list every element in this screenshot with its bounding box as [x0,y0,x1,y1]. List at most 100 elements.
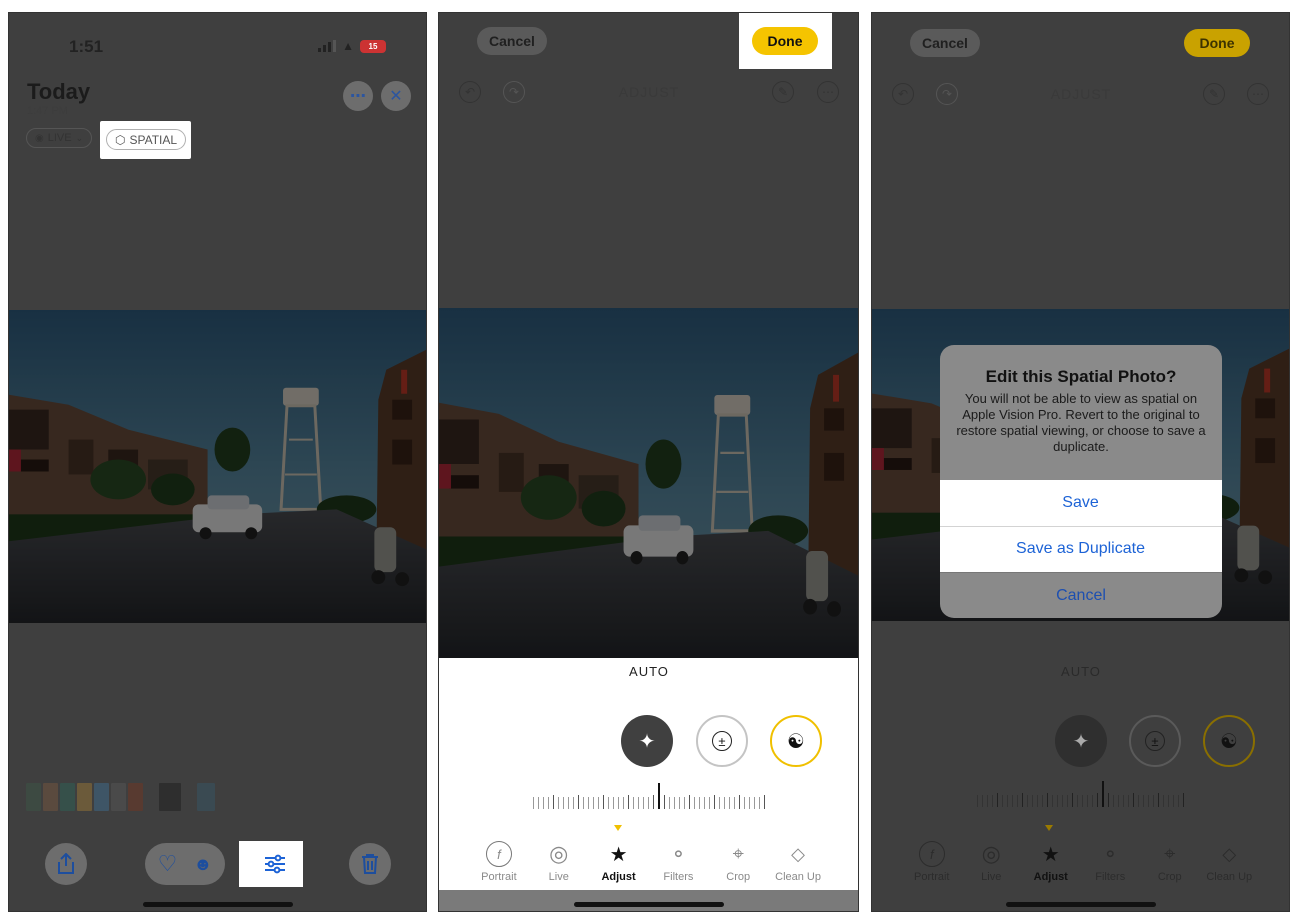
sliders-icon [265,854,285,874]
tab-clean-up[interactable]: ◇ Clean Up [768,841,828,889]
brilliance-dial[interactable]: ☯ [1203,715,1255,767]
thumbnail[interactable] [26,783,41,811]
close-icon: ✕ [389,88,403,105]
undo-icon: ↶ [897,87,909,101]
auto-enhance-dial[interactable]: ✦ [621,715,673,767]
thumbnail[interactable] [60,783,75,811]
editor-title: ADJUST [618,84,680,100]
tab-crop[interactable]: ⌖ Crop [1140,841,1200,889]
visual-lookup-icon: ☻ [193,853,213,874]
tab-label: Crop [1157,871,1182,883]
more-button[interactable]: ⋯ [343,81,373,111]
magic-wand-icon: ✦ [638,730,656,753]
redo-icon: ↷ [941,87,953,101]
tab-adjust[interactable]: ★ Adjust [1021,841,1081,889]
tab-label: Clean Up [1206,871,1253,883]
aperture-f-icon: f [485,841,512,867]
redo-icon: ↷ [508,85,520,99]
tab-live[interactable]: ◎ Live [529,841,589,889]
more-button[interactable]: ⋯ [1247,83,1269,105]
spatial-badge[interactable]: ⬡ SPATIAL [106,129,187,150]
tab-label: Filters [663,871,694,883]
tab-label: Portrait [481,871,517,883]
tab-crop[interactable]: ⌖ Crop [708,841,768,889]
crop-icon: ⌖ [732,842,744,865]
exposure-dial[interactable]: ± [1129,715,1181,767]
adjust-mode-label: AUTO [629,664,669,679]
thumbnail[interactable] [43,783,58,811]
home-indicator [573,902,724,907]
editor-tabbar: f Portrait ◎ Live ★ Adjust ⚬ Filters ⌖ C… [902,841,1259,889]
tab-filters[interactable]: ⚬ Filters [1081,841,1141,889]
adjust-slider[interactable] [451,783,846,809]
chevron-down-icon: ⌄ [75,132,84,143]
tab-label: Crop [726,871,751,883]
bottom-toolbar: ♡ ☻ [9,843,426,903]
ellipsis-icon: ⋯ [350,88,366,105]
active-tab-marker [1045,825,1053,831]
tab-label: Live [548,871,569,883]
thumbnail[interactable] [94,783,109,811]
exposure-dial[interactable]: ± [696,715,748,767]
thumbnail[interactable] [111,783,126,811]
adjust-slider[interactable] [884,781,1277,807]
tab-filters[interactable]: ⚬ Filters [648,841,708,889]
undo-button[interactable]: ↶ [892,83,914,105]
tab-portrait[interactable]: f Portrait [902,841,962,889]
tab-live[interactable]: ◎ Live [962,841,1022,889]
markup-button[interactable]: ✎ [1203,83,1225,105]
adjust-dial-icon: ★ [609,843,628,866]
delete-button[interactable] [349,843,391,885]
markup-button[interactable]: ✎ [772,81,794,103]
cancel-button[interactable]: Cancel [477,27,547,55]
status-icons: ▲ 15 [318,39,386,53]
brilliance-icon: ☯ [787,730,805,753]
more-button[interactable]: ⋯ [817,81,839,103]
redo-button[interactable]: ↷ [503,81,525,103]
edit-button[interactable] [247,843,303,885]
save-alert-screen: Cancel Done ↶ ↷ ADJUST ✎ ⋯ AUTO ✦ ± ☯ f … [871,12,1290,912]
thumbnail[interactable] [77,783,92,811]
filters-icon: ⚬ [1101,843,1119,866]
editor-tabbar: f Portrait ◎ Live ★ Adjust ⚬ Filters ⌖ C… [469,841,828,889]
adjust-editor-screen: Cancel Done ↶ ↷ ADJUST ✎ ⋯ AUTO ✦ ± ☯ f … [438,12,859,912]
spatial-edit-alert: Edit this Spatial Photo? You will not be… [940,345,1222,618]
tab-adjust[interactable]: ★ Adjust [589,841,649,889]
thumbnail-strip[interactable] [26,783,215,811]
thumbnail[interactable] [197,783,215,811]
alert-highlighted-actions: Save Save as Duplicate [940,480,1222,572]
live-photo-icon: ◉ [35,132,44,144]
thumbnail[interactable] [128,783,143,811]
crop-icon: ⌖ [1164,842,1176,865]
page-title: Today [27,79,91,104]
done-button[interactable]: Done [1184,29,1250,57]
auto-enhance-dial[interactable]: ✦ [1055,715,1107,767]
tab-clean-up[interactable]: ◇ Clean Up [1200,841,1260,889]
done-button[interactable]: Done [752,27,818,55]
redo-button[interactable]: ↷ [936,83,958,105]
brilliance-dial[interactable]: ☯ [770,715,822,767]
save-button[interactable]: Save [940,480,1222,526]
thumbnail[interactable] [159,783,181,811]
tab-portrait[interactable]: f Portrait [469,841,529,889]
photo-time: 1:47 PM [27,105,68,117]
tab-label: Adjust [1033,871,1068,883]
aperture-f-icon: f [918,841,945,867]
exposure-icon: ± [712,731,732,751]
magic-wand-icon: ✦ [1072,730,1090,753]
active-tab-marker [614,825,622,831]
close-button[interactable]: ✕ [381,81,411,111]
photo-viewer-screen: 1:51 ▲ 15 Today 1:47 PM ◉ LIVE ⌄ ⬡ SPATI… [8,12,427,912]
spatial-label: SPATIAL [129,132,178,147]
alert-title: Edit this Spatial Photo? [985,367,1177,386]
live-photo-icon: ◎ [981,841,1001,866]
undo-button[interactable]: ↶ [459,81,481,103]
alert-cancel-button[interactable]: Cancel [940,572,1222,618]
share-button[interactable] [45,843,87,885]
dim-overlay [439,13,858,676]
favorite-button[interactable]: ♡ ☻ [145,843,225,885]
cancel-button[interactable]: Cancel [910,29,980,57]
ellipsis-icon: ⋯ [822,85,834,99]
live-toggle[interactable]: ◉ LIVE ⌄ [26,128,93,148]
save-as-duplicate-button[interactable]: Save as Duplicate [940,526,1222,572]
